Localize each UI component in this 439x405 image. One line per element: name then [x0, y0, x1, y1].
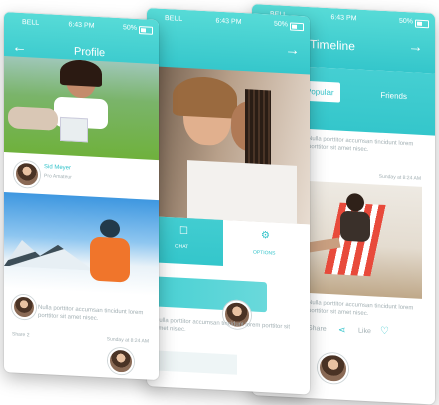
- share-button[interactable]: Share: [308, 325, 327, 334]
- battery-icon: [290, 22, 304, 32]
- couple-photo: [147, 66, 310, 225]
- tab-chat-label: CHAT: [175, 243, 189, 251]
- forward-arrow-icon[interactable]: →: [285, 41, 300, 59]
- chat-header: BELL 6:43 PM 50% →: [147, 8, 310, 77]
- avatar[interactable]: [14, 160, 40, 188]
- heart-icon[interactable]: ♡: [380, 326, 389, 337]
- post-time: Sunday at 8:24 AM: [106, 336, 149, 345]
- profile-photo: [4, 56, 159, 161]
- user-name: Sid Meyer: [44, 164, 72, 172]
- user-subtitle: Pro Amateur: [44, 173, 72, 181]
- share-count[interactable]: Share 2: [12, 330, 30, 339]
- avatar[interactable]: [12, 294, 36, 320]
- chat-icon: ☐: [179, 225, 188, 238]
- battery-icon: [415, 19, 429, 29]
- page-title: Timeline: [310, 37, 355, 54]
- share-icon[interactable]: ⋖: [338, 325, 346, 336]
- skier-photo: [4, 192, 159, 297]
- post2-text: Nulla porttitor accumsan tincidunt lorem…: [308, 299, 414, 318]
- options-icon: ⚙: [261, 229, 270, 242]
- message-text: Nulla porttitor accumsan tincidunt lorem…: [155, 317, 291, 334]
- status-bar: BELL 6:43 PM 50%: [4, 18, 159, 38]
- tab-options-label: OPTIONS: [253, 249, 276, 257]
- battery-label: 50%: [122, 24, 137, 32]
- status-bar: BELL 6:43 PM 50%: [147, 14, 310, 35]
- avatar[interactable]: [318, 352, 348, 385]
- like-button[interactable]: Like: [358, 328, 371, 337]
- page-title: Profile: [74, 45, 106, 60]
- options-tab[interactable]: ⚙ OPTIONS: [223, 219, 310, 271]
- profile-screen: BELL 6:43 PM 50% ← Profile Sid Meyer Pro…: [4, 12, 159, 381]
- chat-bubble: [147, 276, 267, 313]
- forward-arrow-icon[interactable]: →: [408, 38, 423, 56]
- post-text: Nulla porttitor accumsan tincidunt lorem…: [38, 304, 144, 322]
- post-time: Sunday at 8:24 AM: [378, 173, 421, 182]
- battery-icon: [139, 26, 153, 35]
- post-text: Nulla porttitor accumsan tincidunt lorem…: [308, 135, 414, 154]
- back-arrow-icon[interactable]: ←: [12, 38, 27, 56]
- tab-friends[interactable]: Friends: [380, 91, 407, 101]
- chat-screen: BELL 6:43 PM 50% → ☐ CHAT ⚙ OPTIONS Null…: [147, 8, 310, 395]
- tab-popular-label: Popular: [306, 86, 334, 98]
- battery-label: 50%: [398, 17, 413, 26]
- battery-label: 50%: [273, 20, 288, 29]
- input-bar[interactable]: [147, 350, 237, 375]
- avatar[interactable]: [108, 347, 134, 375]
